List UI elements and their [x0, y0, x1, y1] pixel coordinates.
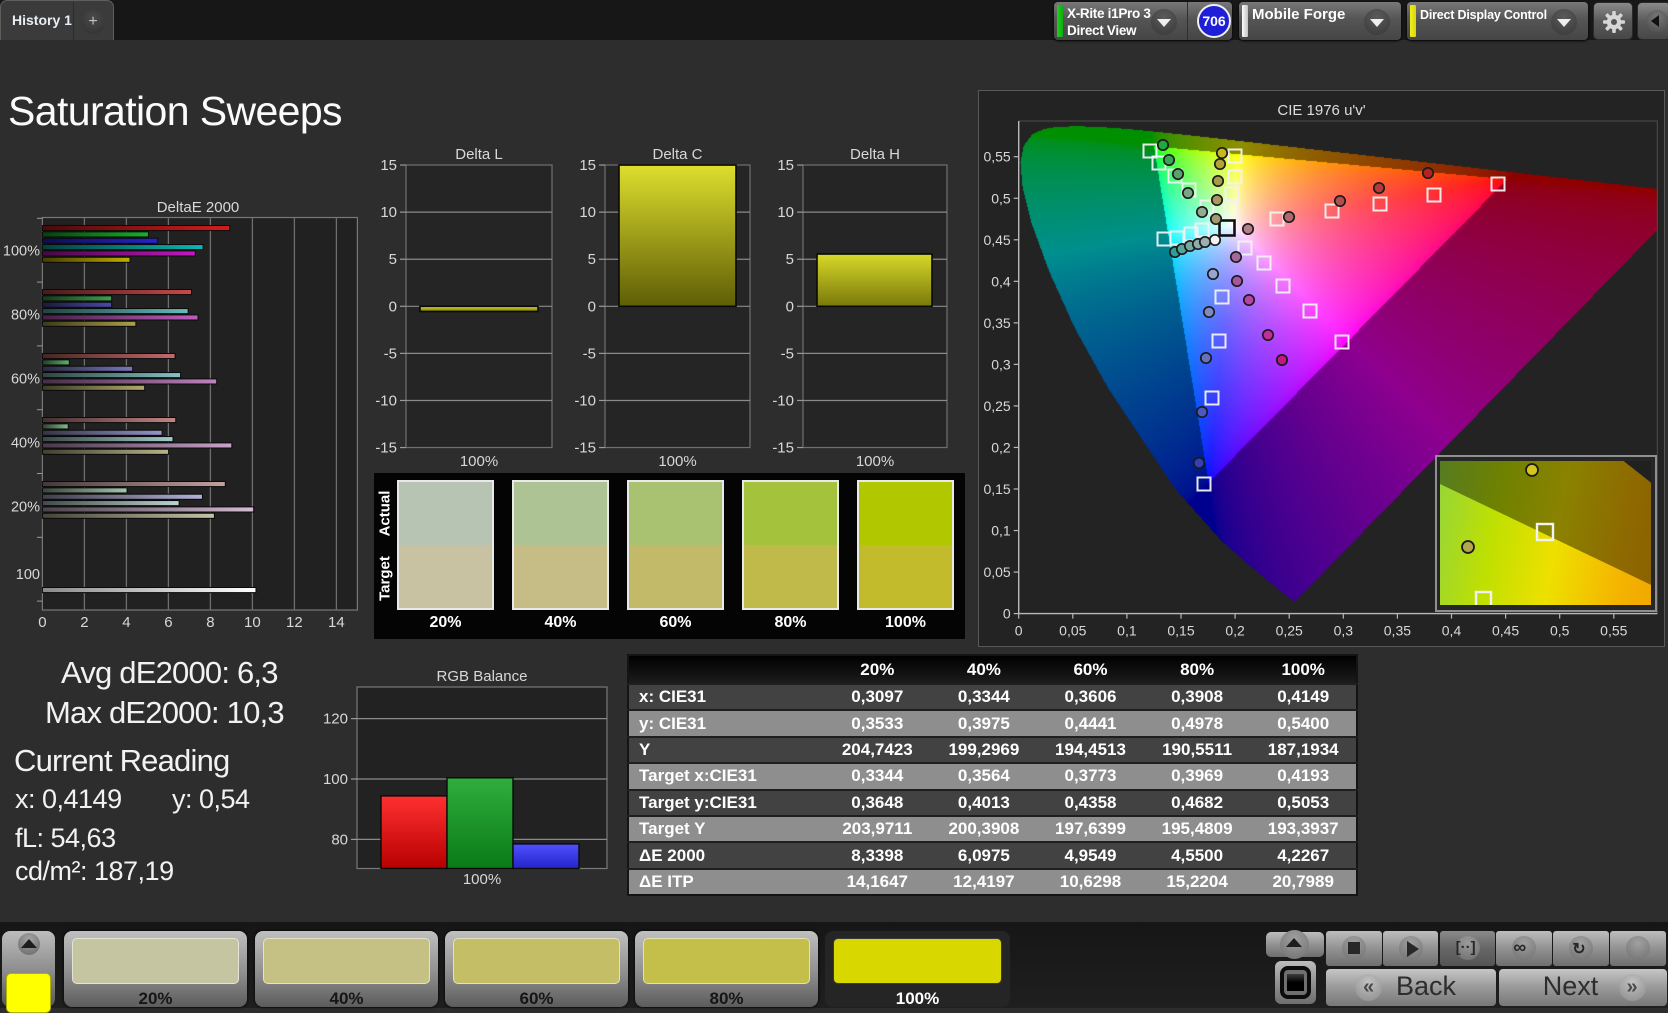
svg-text:80: 80 [331, 831, 348, 848]
svg-text:-15: -15 [772, 440, 794, 457]
svg-text:5: 5 [588, 251, 596, 268]
svg-text:2: 2 [80, 614, 88, 631]
svg-text:0,1: 0,1 [991, 523, 1011, 539]
svg-text:100%: 100% [658, 453, 696, 470]
svg-text:0: 0 [389, 298, 397, 315]
svg-text:0,25: 0,25 [1276, 623, 1303, 639]
svg-text:10: 10 [244, 614, 261, 631]
svg-text:40%: 40% [11, 436, 40, 452]
svg-text:10: 10 [380, 204, 397, 221]
svg-text:RGB Balance: RGB Balance [437, 668, 528, 685]
svg-text:100: 100 [16, 567, 40, 583]
svg-text:0,25: 0,25 [983, 398, 1010, 414]
svg-text:-15: -15 [375, 440, 397, 457]
svg-text:0: 0 [588, 298, 596, 315]
svg-text:15: 15 [579, 157, 596, 174]
svg-text:0,4: 0,4 [1442, 623, 1462, 639]
svg-text:120: 120 [323, 711, 348, 728]
svg-text:80%: 80% [11, 308, 40, 324]
svg-text:0,15: 0,15 [983, 481, 1010, 497]
svg-text:0: 0 [38, 614, 46, 631]
svg-text:0,4: 0,4 [991, 273, 1011, 289]
svg-text:10: 10 [777, 204, 794, 221]
svg-text:0,1: 0,1 [1117, 623, 1137, 639]
svg-text:-5: -5 [384, 345, 397, 362]
svg-text:100%: 100% [463, 871, 501, 888]
svg-text:6: 6 [164, 614, 172, 631]
svg-text:5: 5 [389, 251, 397, 268]
svg-text:4: 4 [122, 614, 130, 631]
svg-text:0,35: 0,35 [983, 315, 1010, 331]
svg-text:0,45: 0,45 [1492, 623, 1519, 639]
svg-text:8: 8 [206, 614, 214, 631]
svg-text:Delta C: Delta C [652, 146, 702, 163]
svg-text:-10: -10 [574, 392, 596, 409]
svg-text:-10: -10 [772, 392, 794, 409]
svg-text:0,35: 0,35 [1384, 623, 1411, 639]
svg-text:14: 14 [328, 614, 345, 631]
svg-text:Delta L: Delta L [455, 146, 503, 163]
svg-text:100%: 100% [856, 453, 894, 470]
svg-text:100%: 100% [460, 453, 498, 470]
svg-text:12: 12 [286, 614, 303, 631]
svg-text:100: 100 [323, 771, 348, 788]
svg-text:-10: -10 [375, 392, 397, 409]
svg-text:0,5: 0,5 [991, 190, 1011, 206]
svg-text:0,5: 0,5 [1550, 623, 1570, 639]
svg-text:60%: 60% [11, 372, 40, 388]
svg-text:0,05: 0,05 [1059, 623, 1086, 639]
svg-text:0,3: 0,3 [1334, 623, 1354, 639]
svg-text:15: 15 [777, 157, 794, 174]
svg-text:-5: -5 [781, 345, 794, 362]
svg-text:-5: -5 [583, 345, 596, 362]
svg-text:0,05: 0,05 [983, 564, 1010, 580]
svg-text:DeltaE 2000: DeltaE 2000 [157, 199, 240, 216]
svg-text:0,45: 0,45 [983, 232, 1010, 248]
svg-text:15: 15 [380, 157, 397, 174]
svg-text:0: 0 [1015, 623, 1023, 639]
svg-text:-15: -15 [574, 440, 596, 457]
svg-text:0,3: 0,3 [991, 356, 1011, 372]
svg-text:0: 0 [786, 298, 794, 315]
svg-text:10: 10 [579, 204, 596, 221]
svg-text:0,2: 0,2 [991, 439, 1011, 455]
svg-text:100%: 100% [3, 244, 40, 260]
svg-text:Delta H: Delta H [850, 146, 900, 163]
svg-text:0,55: 0,55 [983, 149, 1010, 165]
svg-text:5: 5 [786, 251, 794, 268]
svg-text:20%: 20% [11, 500, 40, 516]
svg-text:0,2: 0,2 [1225, 623, 1245, 639]
svg-text:0: 0 [1003, 606, 1011, 622]
svg-text:0,15: 0,15 [1167, 623, 1194, 639]
svg-text:0,55: 0,55 [1600, 623, 1627, 639]
